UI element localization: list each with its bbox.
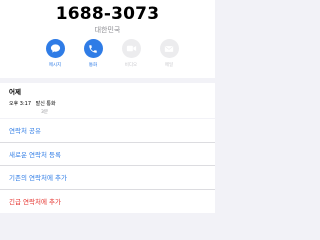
mail-icon <box>159 39 179 58</box>
action-bar: 메시지 통화 비디오 메일 <box>36 39 188 68</box>
mail-label: 메일 <box>164 63 174 68</box>
video-label: 비디오 <box>124 63 138 68</box>
phone-number: 1688-3073 <box>55 4 160 24</box>
history-duration: 3분 <box>41 110 49 115</box>
contact-header: 1688-3073 대한민국 메시지 통화 비디오 메일 <box>0 0 215 78</box>
add-emergency-contact-button[interactable]: 긴급 연락처에 추가 <box>0 190 215 214</box>
call-history: 어제 오후 3:17 발신 통화 3분 <box>0 83 215 118</box>
history-date: 어제 <box>9 88 21 96</box>
history-time: 오후 3:17 <box>9 101 32 107</box>
create-new-contact-button[interactable]: 새로운 연락처 등록 <box>0 143 215 166</box>
message-icon <box>45 39 65 58</box>
phone-icon <box>83 39 103 58</box>
add-to-existing-contact-button[interactable]: 기존의 연락처에 추가 <box>0 166 215 190</box>
message-button[interactable]: 메시지 <box>36 39 74 68</box>
call-button[interactable]: 통화 <box>74 39 112 68</box>
message-label: 메시지 <box>48 63 62 68</box>
contact-actions-list: 연락처 공유 새로운 연락처 등록 기존의 연락처에 추가 긴급 연락처에 추가 <box>0 119 215 213</box>
history-entry: 오후 3:17 발신 통화 <box>9 100 56 107</box>
video-button[interactable]: 비디오 <box>112 39 150 68</box>
mail-button[interactable]: 메일 <box>150 39 188 68</box>
share-contact-button[interactable]: 연락처 공유 <box>0 119 215 143</box>
call-label: 통화 <box>88 63 98 68</box>
country-label: 대한민국 <box>94 26 121 34</box>
history-type: 발신 통화 <box>35 101 56 107</box>
video-icon <box>121 39 141 58</box>
